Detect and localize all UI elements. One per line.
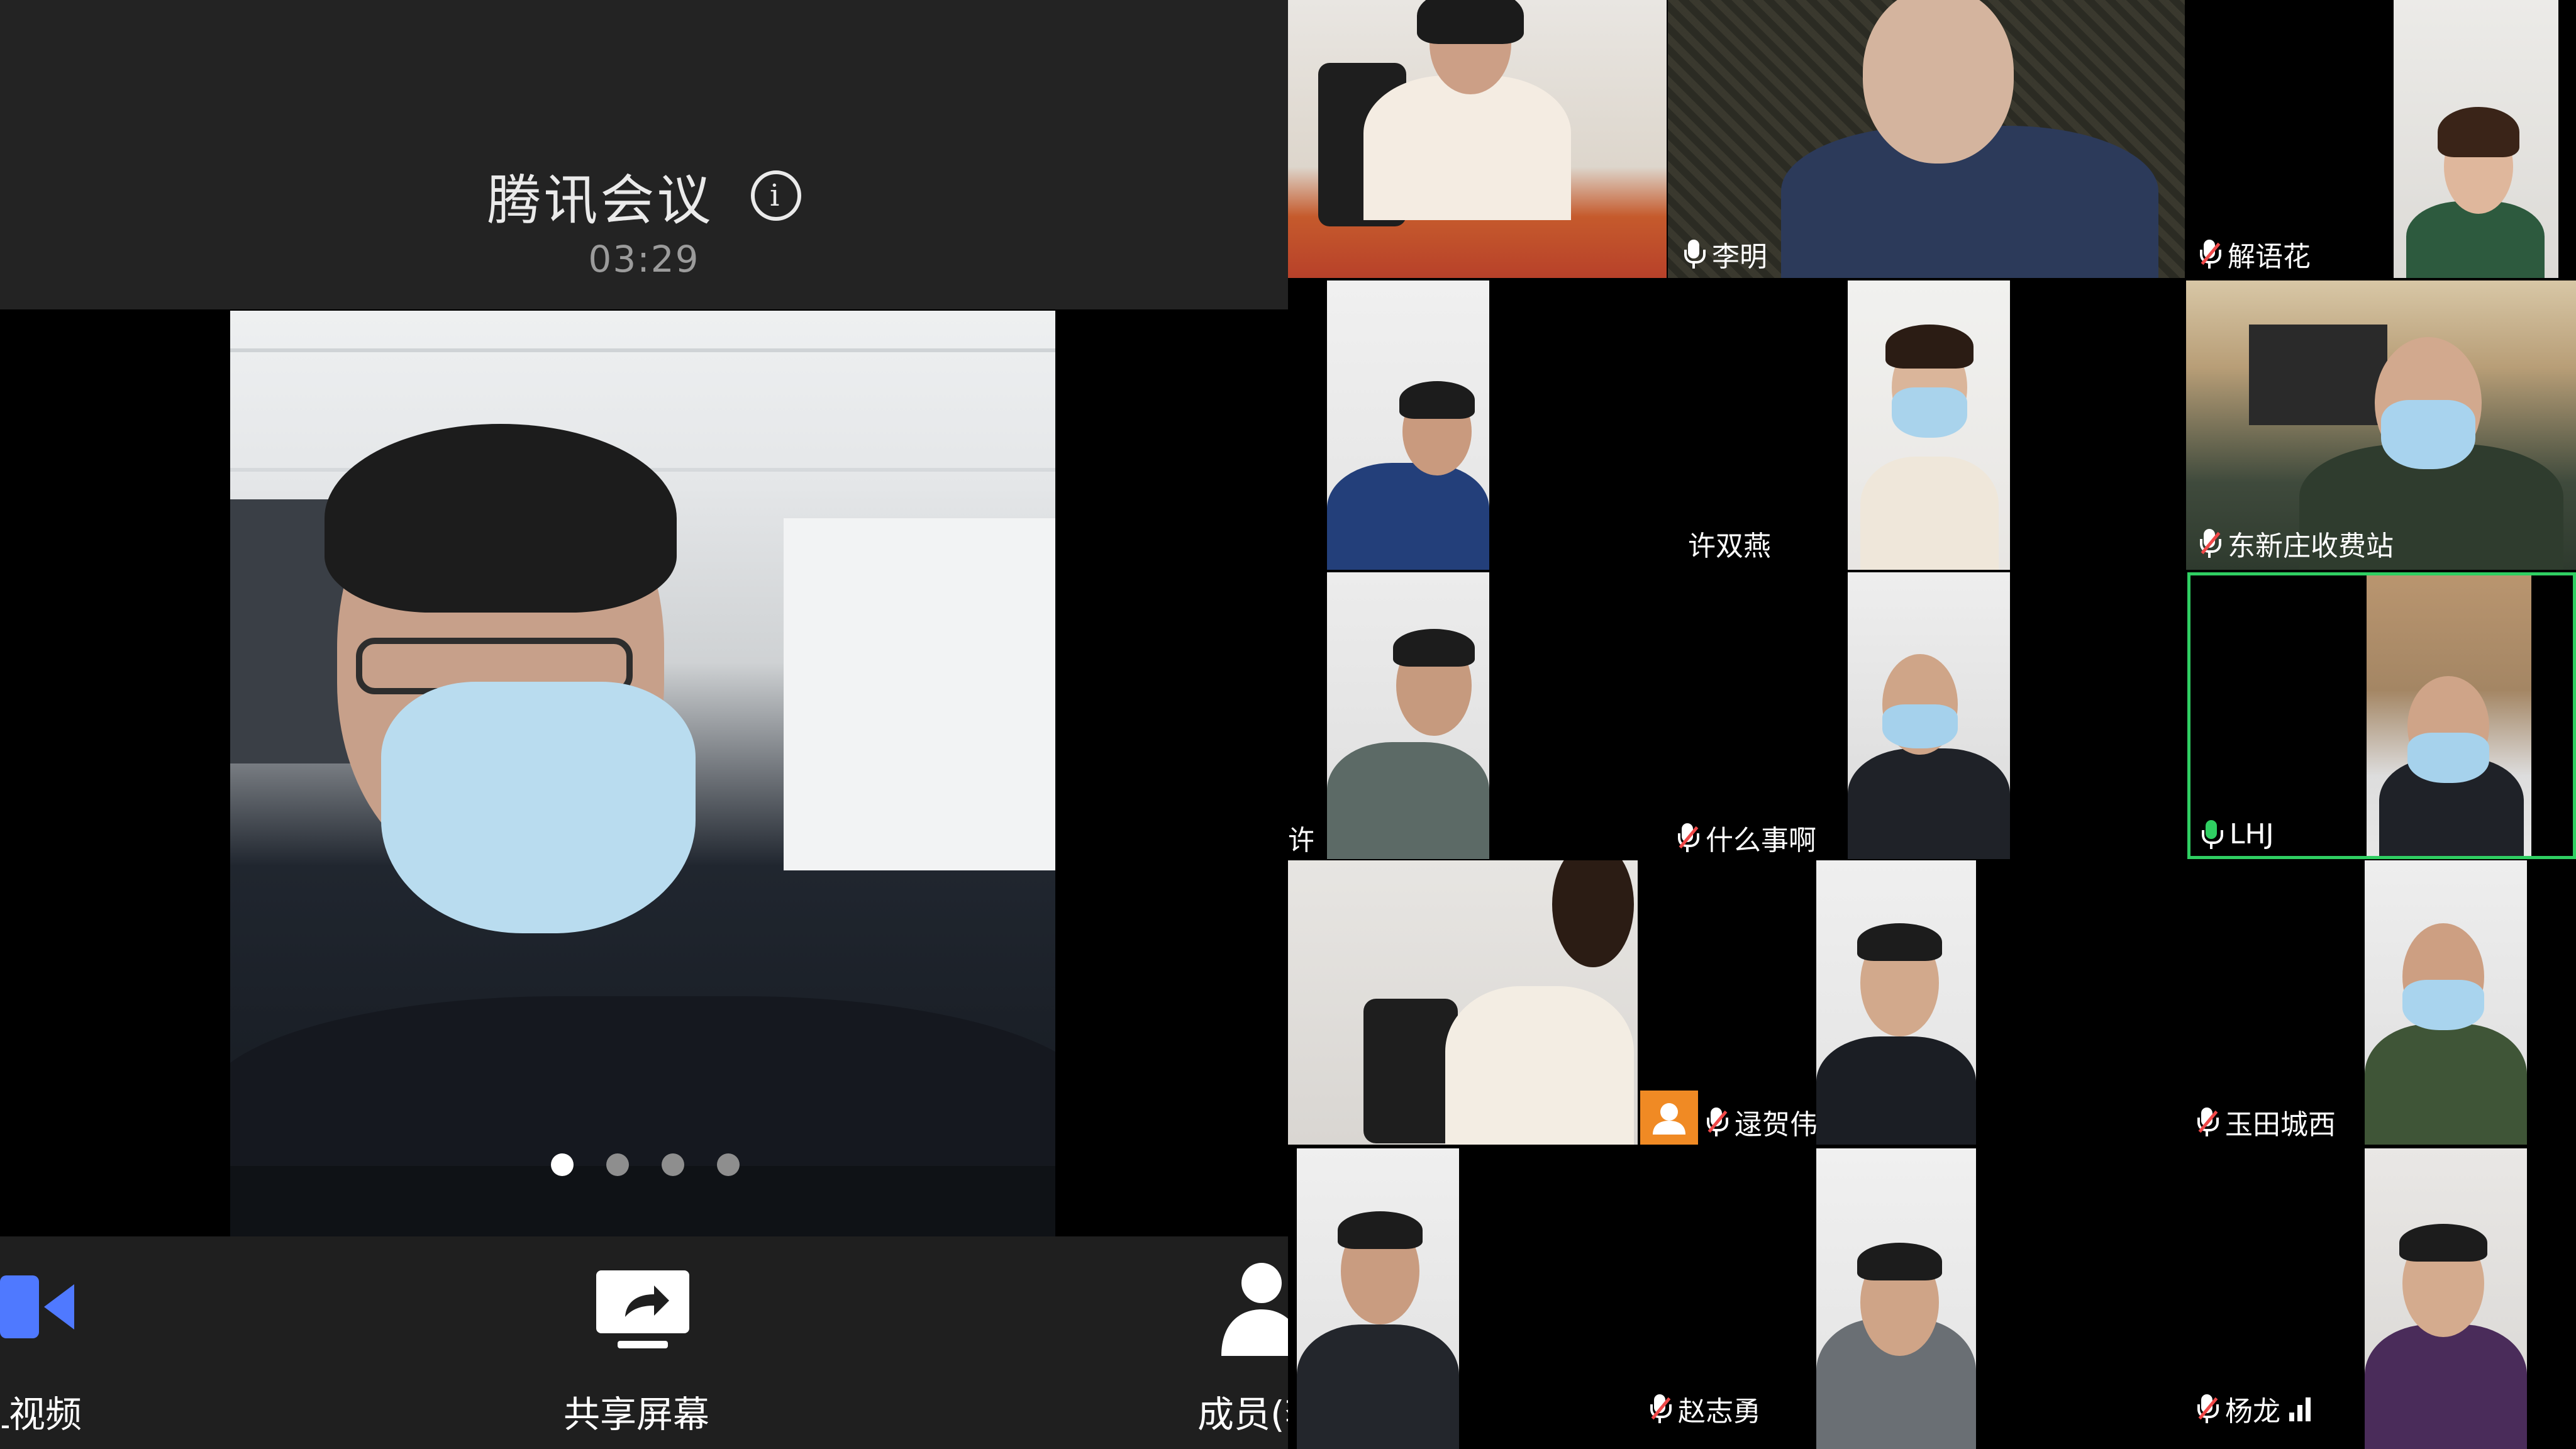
participant-name: 逯贺伟 [1735,1109,1818,1141]
participant-tile[interactable]: 逯贺伟 [1288,860,1976,1145]
user-avatar-icon [1640,1091,1698,1145]
signal-strength-icon [2289,1396,2311,1421]
meeting-toolbar: 上视频 共享屏幕 成员(李宏文) [0,1236,1288,1449]
active-speaker-video[interactable] [230,311,1055,1236]
page-dot[interactable] [662,1153,684,1176]
participant-name: 什么事啊 [1706,824,1816,857]
participant-name-tag: 解语花 [2200,234,2311,274]
share-screen-button[interactable]: 共享屏幕 [553,1236,730,1449]
participant-name: 解语花 [2228,241,2311,273]
members-icon [1221,1263,1288,1356]
microphone-muted-icon [2197,1394,2219,1423]
participant-name-tag: 玉田城西 [2197,1102,2336,1142]
participant-name-tag: LHJ [2202,818,2274,850]
members-label: 成员(李宏文) [1197,1393,1288,1436]
active-speaker-tile[interactable]: LHJ [2187,572,2576,859]
participant-tile[interactable]: 许 什么事啊 [1288,572,2185,859]
microphone-active-icon [2202,819,2223,849]
video-camera-icon [0,1275,74,1338]
participant-name: 赵志勇 [1678,1396,1761,1428]
microphone-muted-icon [2200,240,2221,269]
participant-name: LHJ [2229,818,2274,850]
meeting-window: 腾讯会议 i 03:29 上视频 [0,0,1288,1449]
participant-gallery: 李明 解语花 许双燕 东新庄收费站 许 什么事啊 LHJ 逯贺伟 玉田城西 赵志… [1288,0,2576,1449]
microphone-muted-icon [2197,1108,2219,1136]
participant-name: 许 [1288,824,1313,857]
participant-tile[interactable]: 杨龙 [1977,1148,2576,1449]
participant-name: 东新庄收费站 [2228,530,2394,562]
participant-tile[interactable]: 解语花 [2186,0,2576,278]
participant-name: 李明 [1712,241,1767,273]
video-button-label: 上视频 [0,1393,82,1436]
meeting-timer: 03:29 [588,238,700,280]
microphone-muted-icon [1707,1108,1728,1136]
microphone-muted-icon [2200,529,2221,558]
participant-tile[interactable]: 李明 [1668,0,2185,278]
participant-name-tag: 赵志勇 [1650,1389,1761,1429]
share-screen-icon [596,1270,689,1348]
gallery-page-indicator[interactable] [551,1153,740,1179]
participant-tile[interactable]: 玉田城西 [1977,860,2576,1145]
participant-name-tag: 杨龙 [2197,1389,2311,1429]
participant-name-tag: 许双燕 [1688,523,1771,564]
share-screen-label: 共享屏幕 [564,1393,710,1436]
meeting-title[interactable]: 腾讯会议 i [0,156,1288,232]
info-icon[interactable]: i [750,170,801,221]
microphone-muted-icon [1650,1394,1672,1423]
participant-tile[interactable]: 东新庄收费站 [2186,280,2576,570]
page-dot[interactable] [606,1153,629,1176]
participant-name-tag: 什么事啊 [1678,818,1816,858]
participant-name: 玉田城西 [2225,1109,2336,1141]
meeting-title-text: 腾讯会议 [487,169,714,232]
participant-name-tag: 逯贺伟 [1707,1102,1818,1142]
participant-tile[interactable]: 赵志勇 [1288,1148,1976,1449]
participant-tile[interactable] [1288,0,1667,278]
participant-tile[interactable]: 许双燕 [1288,280,2185,570]
page-dot[interactable] [551,1153,574,1176]
participant-name: 许双燕 [1688,530,1771,562]
microphone-muted-icon [1678,823,1699,852]
page-dot[interactable] [717,1153,740,1176]
participant-name-tag: 许 [1288,818,1313,858]
participant-name-tag: 李明 [1684,234,1767,274]
microphone-icon [1684,240,1706,269]
participant-name-tag: 东新庄收费站 [2200,523,2394,564]
video-button[interactable]: 上视频 [0,1236,126,1449]
participant-name: 杨龙 [2225,1396,2280,1428]
